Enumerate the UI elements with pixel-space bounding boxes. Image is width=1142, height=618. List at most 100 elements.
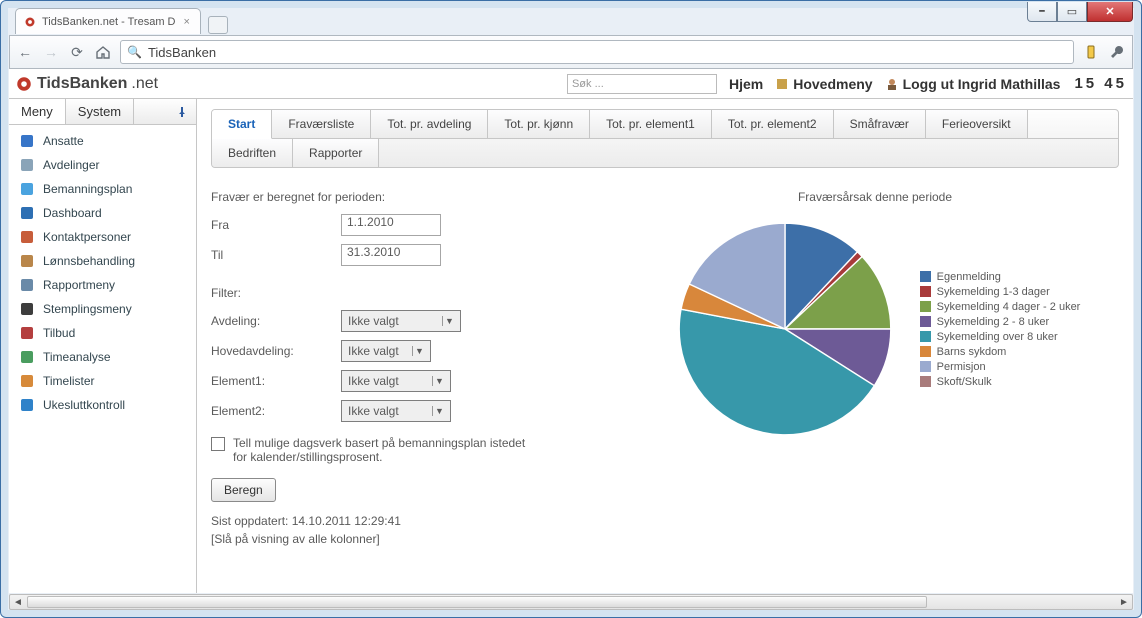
from-input[interactable]: 1.1.2010 [341, 214, 441, 236]
address-bar[interactable]: 🔍 TidsBanken [120, 40, 1074, 64]
logout-icon [885, 77, 899, 91]
tab-start[interactable]: Start [212, 110, 272, 139]
legend-label: Sykemelding 4 dager - 2 uker [937, 301, 1081, 313]
columns-toggle[interactable]: [Slå på visning av alle kolonner] [211, 530, 631, 548]
legend-swatch [920, 271, 931, 282]
legend-label: Sykemelding over 8 uker [937, 331, 1058, 343]
brand-logo[interactable]: TidsBanken.net [15, 75, 158, 93]
sidebar-item-icon [19, 301, 35, 317]
sidebar-item-label: Stemplingsmeny [43, 302, 132, 316]
sidebar-item-label: Timelister [43, 374, 95, 388]
chart-legend: Egenmelding Sykemelding 1-3 dager Sykemeld… [920, 268, 1081, 391]
legend-item: Barns sykdom [920, 346, 1081, 358]
legend-label: Egenmelding [937, 271, 1001, 283]
tab-ferieoversikt[interactable]: Ferieoversikt [926, 110, 1028, 139]
window-minimize-button[interactable] [1027, 2, 1057, 22]
sidebar-tab-system[interactable]: System [66, 99, 134, 124]
sidebar-item-label: Timeanalyse [43, 350, 111, 364]
sidebar-item-icon [19, 397, 35, 413]
legend-item: Egenmelding [920, 271, 1081, 283]
legend-item: Permisjon [920, 361, 1081, 373]
sidebar-tab-menu[interactable]: Meny [9, 99, 66, 124]
legend-item: Sykemelding over 8 uker [920, 331, 1081, 343]
new-tab-button[interactable] [208, 16, 228, 34]
browser-tab[interactable]: TidsBanken.net - Tresam D × [15, 8, 201, 34]
hovedavdeling-label: Hovedavdeling: [211, 344, 341, 358]
to-label: Til [211, 248, 341, 262]
brand-icon [15, 75, 33, 93]
hovedavdeling-select[interactable]: Ikke valgt▼ [341, 340, 431, 362]
pin-icon[interactable] [168, 99, 196, 124]
legend-item: Sykemelding 4 dager - 2 uker [920, 301, 1081, 313]
legend-item: Sykemelding 2 - 8 uker [920, 316, 1081, 328]
sidebar-item-label: Ukesluttkontroll [43, 398, 125, 412]
sidebar-item-kontaktpersoner[interactable]: Kontaktpersoner [9, 225, 196, 249]
sidebar-item-tilbud[interactable]: Tilbud [9, 321, 196, 345]
sidebar-item-icon [19, 325, 35, 341]
sidebar-item-ansatte[interactable]: Ansatte [9, 129, 196, 153]
tab-tot-pr-element2[interactable]: Tot. pr. element2 [712, 110, 834, 139]
home-icon[interactable] [94, 43, 112, 61]
sidebar-item-bemanningsplan[interactable]: Bemanningsplan [9, 177, 196, 201]
element1-select[interactable]: Ikke valgt▼ [341, 370, 451, 392]
nav-home[interactable]: Hjem [729, 76, 763, 92]
sidebar-item-label: Bemanningsplan [43, 182, 132, 196]
last-updated: Sist oppdatert: 14.10.2011 12:29:41 [211, 512, 631, 530]
brand-suffix: .net [131, 75, 158, 93]
chevron-down-icon: ▼ [432, 406, 446, 416]
beregn-button[interactable]: Beregn [211, 478, 276, 502]
scroll-thumb[interactable] [27, 596, 927, 608]
tab-bedriften[interactable]: Bedriften [212, 139, 293, 167]
sidebar-item-timelister[interactable]: Timelister [9, 369, 196, 393]
scroll-right-icon[interactable]: ► [1116, 597, 1132, 608]
tab-tot-pr-kj-nn[interactable]: Tot. pr. kjønn [488, 110, 590, 139]
reload-icon[interactable]: ⟳ [68, 43, 86, 61]
element2-label: Element2: [211, 404, 341, 418]
element2-select[interactable]: Ikke valgt▼ [341, 400, 451, 422]
tab-sm-frav-r[interactable]: Småfravær [834, 110, 926, 139]
legend-swatch [920, 331, 931, 342]
sidebar-item-rapportmeny[interactable]: Rapportmeny [9, 273, 196, 297]
dagsverk-checkbox[interactable] [211, 437, 225, 451]
legend-swatch [920, 316, 931, 327]
avdeling-select[interactable]: Ikke valgt▼ [341, 310, 461, 332]
to-input[interactable]: 31.3.2010 [341, 244, 441, 266]
sidebar-item-label: Lønnsbehandling [43, 254, 135, 268]
legend-swatch [920, 346, 931, 357]
sidebar-item-icon [19, 349, 35, 365]
sidebar-item-label: Rapportmeny [43, 278, 115, 292]
nav-logout[interactable]: Logg ut Ingrid Mathillas [885, 76, 1061, 92]
site-search-placeholder: Søk ... [572, 78, 604, 90]
nav-mainmenu[interactable]: Hovedmeny [775, 76, 872, 92]
window-close-button[interactable] [1087, 2, 1133, 22]
legend-label: Sykemelding 1-3 dager [937, 286, 1050, 298]
sidebar-item-timeanalyse[interactable]: Timeanalyse [9, 345, 196, 369]
sidebar-item-label: Ansatte [43, 134, 84, 148]
tab-tot-pr-avdeling[interactable]: Tot. pr. avdeling [371, 110, 488, 139]
window-maximize-button[interactable] [1057, 2, 1087, 22]
tab-tot-pr-element1[interactable]: Tot. pr. element1 [590, 110, 712, 139]
legend-swatch [920, 376, 931, 387]
favicon-icon [24, 16, 36, 28]
site-search-input[interactable]: Søk ... [567, 74, 717, 94]
dagsverk-checkbox-label: Tell mulige dagsverk basert på bemanning… [233, 436, 533, 464]
tab-frav-rsliste[interactable]: Fraværsliste [272, 110, 371, 139]
horizontal-scrollbar[interactable]: ◄ ► [9, 594, 1133, 610]
forward-icon[interactable]: → [42, 43, 60, 61]
sidebar-item-avdelinger[interactable]: Avdelinger [9, 153, 196, 177]
sidebar-item-ukesluttkontroll[interactable]: Ukesluttkontroll [9, 393, 196, 417]
wrench-icon[interactable] [1108, 43, 1126, 61]
filter-title: Filter: [211, 286, 631, 300]
legend-item: Sykemelding 1-3 dager [920, 286, 1081, 298]
sidebar-item-dashboard[interactable]: Dashboard [9, 201, 196, 225]
tab-rapporter[interactable]: Rapporter [293, 139, 379, 167]
brand-name: TidsBanken [37, 75, 127, 93]
close-tab-icon[interactable]: × [183, 16, 189, 28]
browser-tab-title: TidsBanken.net - Tresam D [42, 16, 175, 28]
legend-label: Sykemelding 2 - 8 uker [937, 316, 1050, 328]
sidebar-item-lonnsbehandling[interactable]: Lønnsbehandling [9, 249, 196, 273]
sidebar-item-stemplingsmeny[interactable]: Stemplingsmeny [9, 297, 196, 321]
extension-icon[interactable] [1082, 43, 1100, 61]
back-icon[interactable]: ← [16, 43, 34, 61]
scroll-left-icon[interactable]: ◄ [10, 597, 26, 608]
